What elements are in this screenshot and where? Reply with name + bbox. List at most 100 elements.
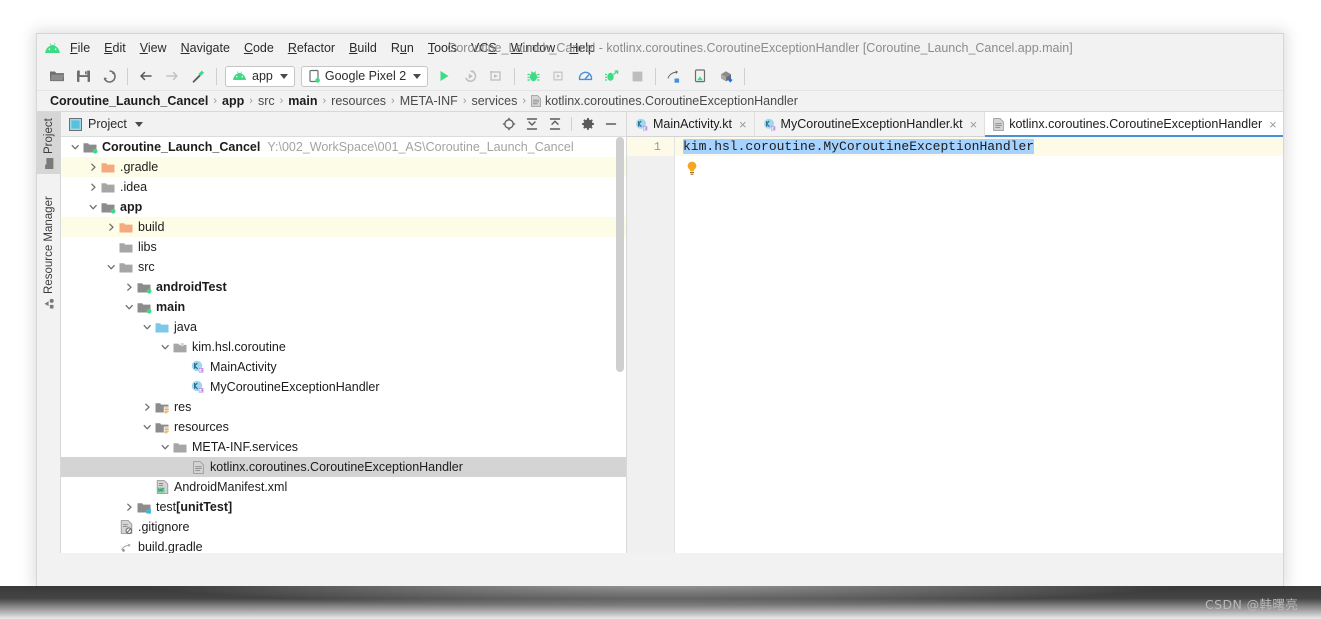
tree-row[interactable]: META-INF.services <box>61 437 626 457</box>
menu-view[interactable]: View <box>133 38 174 58</box>
main-toolbar: app Google Pixel 2 <box>37 62 1283 91</box>
tree-row[interactable]: .gradle <box>61 157 626 177</box>
tree-row[interactable]: main <box>61 297 626 317</box>
sync-project-icon[interactable] <box>96 64 122 88</box>
chevron-down-icon[interactable] <box>69 137 82 157</box>
project-panel-title-group[interactable]: Project <box>69 117 143 131</box>
settings-gear-icon[interactable] <box>577 114 599 135</box>
breadcrumb-item-services[interactable]: services <box>467 94 521 108</box>
chevron-right-icon[interactable] <box>105 217 118 237</box>
expand-all-icon[interactable] <box>521 114 543 135</box>
menu-file[interactable]: File <box>63 38 97 58</box>
module-selector-combo[interactable]: app <box>225 65 295 87</box>
select-opened-file-icon[interactable] <box>498 114 520 135</box>
debug-icon[interactable] <box>520 64 546 88</box>
breadcrumb-item-resources[interactable]: resources <box>327 94 390 108</box>
breadcrumb-item-project[interactable]: Coroutine_Launch_Cancel <box>46 94 212 108</box>
back-arrow-icon[interactable] <box>133 64 159 88</box>
file-icon <box>190 457 207 477</box>
chevron-down-icon[interactable] <box>159 437 172 457</box>
run-icon[interactable] <box>431 64 457 88</box>
close-icon[interactable]: × <box>739 118 747 131</box>
menu-window[interactable]: Window <box>504 38 562 58</box>
close-icon[interactable]: × <box>970 118 978 131</box>
menu-edit[interactable]: Edit <box>97 38 133 58</box>
chevron-down-icon[interactable] <box>87 197 100 217</box>
tree-row[interactable]: kim.hsl.coroutine <box>61 337 626 357</box>
project-tree-rows: Coroutine_Launch_Cancel Y:\002_WorkSpace\… <box>61 137 626 553</box>
tree-row[interactable]: .gitignore <box>61 517 626 537</box>
open-folder-icon[interactable] <box>44 64 70 88</box>
tree-row[interactable]: java <box>61 317 626 337</box>
tree-row[interactable]: kotlinx.coroutines.CoroutineExceptionHan… <box>61 457 626 477</box>
project-tree[interactable]: Coroutine_Launch_Cancel Y:\002_WorkSpace\… <box>61 137 626 553</box>
folder-icon <box>100 177 117 197</box>
menu-refactor[interactable]: Refactor <box>281 38 342 58</box>
chevron-down-icon[interactable] <box>141 317 154 337</box>
chevron-right-icon[interactable] <box>141 397 154 417</box>
tree-row[interactable]: MainActivity <box>61 357 626 377</box>
editor-gutter[interactable]: 1 <box>627 137 675 553</box>
breadcrumb-item-meta-inf[interactable]: META-INF <box>396 94 462 108</box>
menu-help[interactable]: Help <box>562 38 602 58</box>
breadcrumb-item-file[interactable]: kotlinx.coroutines.CoroutineExceptionHan… <box>527 94 802 108</box>
editor-tab-coroutineexceptionhandler[interactable]: kotlinx.coroutines.CoroutineExceptionHan… <box>985 112 1283 137</box>
sdk-manager-icon[interactable] <box>661 64 687 88</box>
save-icon[interactable] <box>70 64 96 88</box>
run-with-coverage-icon[interactable] <box>598 64 624 88</box>
menu-code[interactable]: Code <box>237 38 281 58</box>
sidebar-item-resource-manager[interactable]: Resource Manager <box>37 184 61 314</box>
tree-row[interactable]: resources <box>61 417 626 437</box>
tree-row[interactable]: androidTest <box>61 277 626 297</box>
tree-row[interactable]: app <box>61 197 626 217</box>
editor-tab-mycoroutineexceptionhandler[interactable]: MyCoroutineExceptionHandler.kt × <box>755 112 986 136</box>
sidebar-item-project[interactable]: Project <box>37 112 61 174</box>
chevron-down-icon[interactable] <box>105 257 118 277</box>
chevron-down-icon[interactable] <box>141 417 154 437</box>
avd-manager-icon[interactable] <box>687 64 713 88</box>
tree-row[interactable]: Coroutine_Launch_Cancel Y:\002_WorkSpace\… <box>61 137 626 157</box>
profiler-icon[interactable] <box>572 64 598 88</box>
hide-panel-icon[interactable] <box>600 114 622 135</box>
chevron-right-icon[interactable] <box>87 157 100 177</box>
sync-gradle-icon[interactable] <box>713 64 739 88</box>
tree-row[interactable]: src <box>61 257 626 277</box>
code-line-1[interactable]: kim.hsl.coroutine.MyCoroutineExceptionHa… <box>683 139 1035 154</box>
chevron-down-icon[interactable] <box>159 337 172 357</box>
tree-row[interactable]: build <box>61 217 626 237</box>
breadcrumb: Coroutine_Launch_Cancel › app › src › ma… <box>37 91 1283 112</box>
breadcrumb-item-app[interactable]: app <box>218 94 248 108</box>
device-selector-combo[interactable]: Google Pixel 2 <box>300 65 429 87</box>
build-hammer-icon[interactable] <box>185 64 211 88</box>
tree-row[interactable]: res <box>61 397 626 417</box>
tree-row[interactable]: MF AndroidManifest.xml <box>61 477 626 497</box>
rerun-icon <box>457 64 483 88</box>
tree-row-path: Y:\002_WorkSpace\001_AS\Coroutine_Launch… <box>267 140 574 154</box>
code-content[interactable]: kim.hsl.coroutine.MyCoroutineExceptionHa… <box>675 137 1283 553</box>
editor-tab-mainactivity[interactable]: MainActivity.kt × <box>627 112 755 136</box>
tree-row[interactable]: MyCoroutineExceptionHandler <box>61 377 626 397</box>
tree-row[interactable]: test [unitTest] <box>61 497 626 517</box>
menu-navigate[interactable]: Navigate <box>174 38 237 58</box>
tree-row[interactable]: .idea <box>61 177 626 197</box>
menu-vcs[interactable]: VCS <box>464 38 504 58</box>
lightbulb-icon[interactable] <box>686 161 698 180</box>
collapse-all-icon[interactable] <box>544 114 566 135</box>
tree-row[interactable]: libs <box>61 237 626 257</box>
menu-run[interactable]: Run <box>384 38 421 58</box>
menu-tools[interactable]: Tools <box>421 38 464 58</box>
close-icon[interactable]: × <box>1269 118 1277 131</box>
chevron-right-icon[interactable] <box>123 497 136 517</box>
chevron-down-icon[interactable] <box>123 297 136 317</box>
menu-build[interactable]: Build <box>342 38 384 58</box>
chevron-down-icon[interactable] <box>134 121 143 127</box>
chevron-right-icon[interactable] <box>87 177 100 197</box>
project-tree-scrollbar[interactable] <box>616 137 624 372</box>
device-selector-label: Google Pixel 2 <box>324 69 407 83</box>
breadcrumb-item-src[interactable]: src <box>254 94 279 108</box>
chevron-right-icon[interactable] <box>123 277 136 297</box>
code-editor[interactable]: 1 kim.hsl.coroutine.MyCoroutineException… <box>627 137 1283 553</box>
tree-row[interactable]: build.gradle <box>61 537 626 553</box>
tree-row-label-suffix: [unitTest] <box>176 500 233 514</box>
breadcrumb-item-main[interactable]: main <box>284 94 321 108</box>
